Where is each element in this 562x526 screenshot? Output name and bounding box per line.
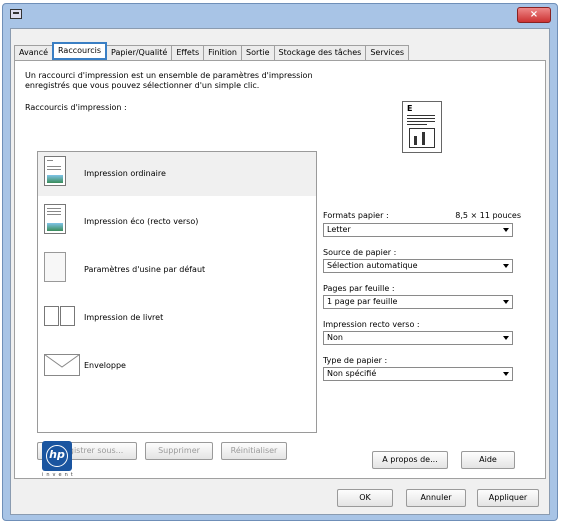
pages-per-sheet-value: 1 page par feuille [327, 297, 398, 306]
cancel-button[interactable]: Annuler [406, 489, 466, 507]
tab-papier-qualite[interactable]: Papier/Qualité [105, 45, 173, 60]
paper-source-select[interactable]: Sélection automatique [323, 259, 513, 273]
list-item-label: Impression ordinaire [84, 169, 166, 178]
title-bar: × [3, 4, 557, 28]
duplex-label: Impression recto verso : [323, 320, 420, 329]
duplex-select[interactable]: Non [323, 331, 513, 345]
paper-type-value: Non spécifié [327, 369, 377, 378]
paper-size-select[interactable]: Letter [323, 223, 513, 237]
printer-properties-window: × Avancé Raccourcis Papier/Qualité Effet… [2, 3, 558, 521]
help-button[interactable]: Aide [461, 451, 515, 469]
reset-button[interactable]: Réinitialiser [221, 442, 287, 460]
list-item[interactable]: Enveloppe [38, 344, 316, 388]
intro-text: Un raccourci d'impression est un ensembl… [25, 71, 313, 90]
hp-logo: hp [42, 441, 72, 471]
close-icon: × [529, 9, 539, 20]
pages-per-sheet-label: Pages par feuille : [323, 284, 395, 293]
apply-button[interactable]: Appliquer [477, 489, 539, 507]
shortcuts-list[interactable]: Impression ordinaire Impression éco (rec… [37, 151, 317, 433]
shortcuts-panel: Un raccourci d'impression est un ensembl… [14, 60, 546, 479]
paper-size-dimensions: 8,5 × 11 pouces [455, 211, 521, 220]
page-preview-icon: E [402, 101, 442, 153]
chevron-down-icon [503, 300, 509, 304]
chevron-down-icon [503, 336, 509, 340]
list-item[interactable]: Impression éco (recto verso) [38, 200, 316, 244]
blank-page-icon [44, 252, 66, 282]
tab-raccourcis[interactable]: Raccourcis [52, 42, 107, 60]
list-item[interactable]: Impression de livret [38, 296, 316, 340]
envelope-icon [44, 354, 80, 376]
chevron-down-icon [503, 372, 509, 376]
paper-size-label: Formats papier : [323, 211, 389, 220]
dialog-client: Avancé Raccourcis Papier/Qualité Effets … [10, 28, 550, 515]
ok-button[interactable]: OK [337, 489, 393, 507]
shortcuts-heading: Raccourcis d'impression : [25, 103, 127, 112]
pages-per-sheet-select[interactable]: 1 page par feuille [323, 295, 513, 309]
list-item-label: Paramètres d'usine par défaut [84, 265, 206, 274]
tab-sortie[interactable]: Sortie [241, 45, 275, 60]
list-item-label: Impression de livret [84, 313, 164, 322]
duplex-document-icon [44, 204, 66, 234]
about-button[interactable]: A propos de... [372, 451, 448, 469]
paper-type-label: Type de papier : [323, 356, 388, 365]
tab-stockage[interactable]: Stockage des tâches [273, 45, 367, 60]
chevron-down-icon [503, 264, 509, 268]
paper-size-value: Letter [327, 225, 351, 234]
hp-tagline: invent [42, 472, 76, 478]
tab-effets[interactable]: Effets [171, 45, 205, 60]
paper-source-value: Sélection automatique [327, 261, 418, 270]
printer-icon [10, 9, 22, 19]
tab-avance[interactable]: Avancé [14, 45, 54, 60]
booklet-icon [44, 306, 76, 326]
list-item[interactable]: Impression ordinaire [38, 152, 316, 196]
list-item-label: Impression éco (recto verso) [84, 217, 199, 226]
duplex-value: Non [327, 333, 343, 342]
chevron-down-icon [503, 228, 509, 232]
list-item-label: Enveloppe [84, 361, 126, 370]
tab-finition[interactable]: Finition [203, 45, 242, 60]
list-item[interactable]: Paramètres d'usine par défaut [38, 248, 316, 292]
close-button[interactable]: × [517, 7, 551, 23]
delete-button[interactable]: Supprimer [145, 442, 213, 460]
tab-services[interactable]: Services [365, 45, 410, 60]
tab-strip: Avancé Raccourcis Papier/Qualité Effets … [14, 42, 410, 60]
document-icon [44, 156, 66, 186]
paper-type-select[interactable]: Non spécifié [323, 367, 513, 381]
paper-source-label: Source de papier : [323, 248, 397, 257]
